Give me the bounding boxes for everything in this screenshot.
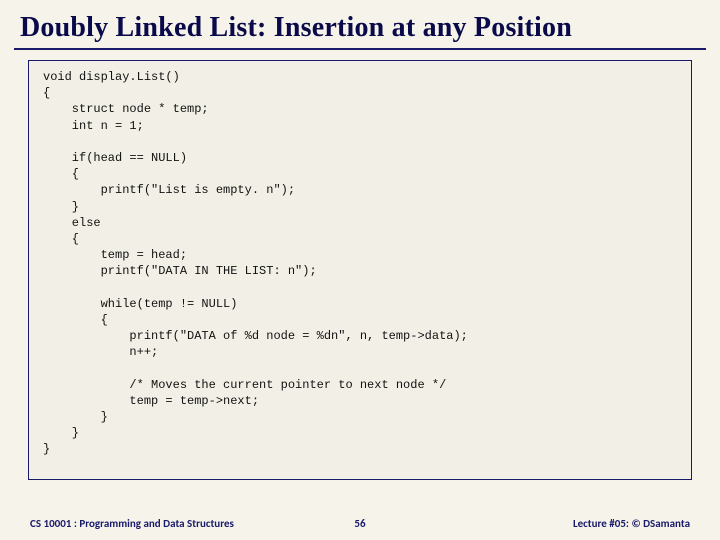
- footer-lecture: Lecture #05: © DSamanta: [573, 517, 690, 530]
- slide: Doubly Linked List: Insertion at any Pos…: [0, 0, 720, 540]
- title-underline: [14, 48, 706, 50]
- code-box: void display.List() { struct node * temp…: [28, 60, 692, 480]
- slide-title: Doubly Linked List: Insertion at any Pos…: [0, 0, 720, 46]
- code-listing: void display.List() { struct node * temp…: [43, 69, 677, 458]
